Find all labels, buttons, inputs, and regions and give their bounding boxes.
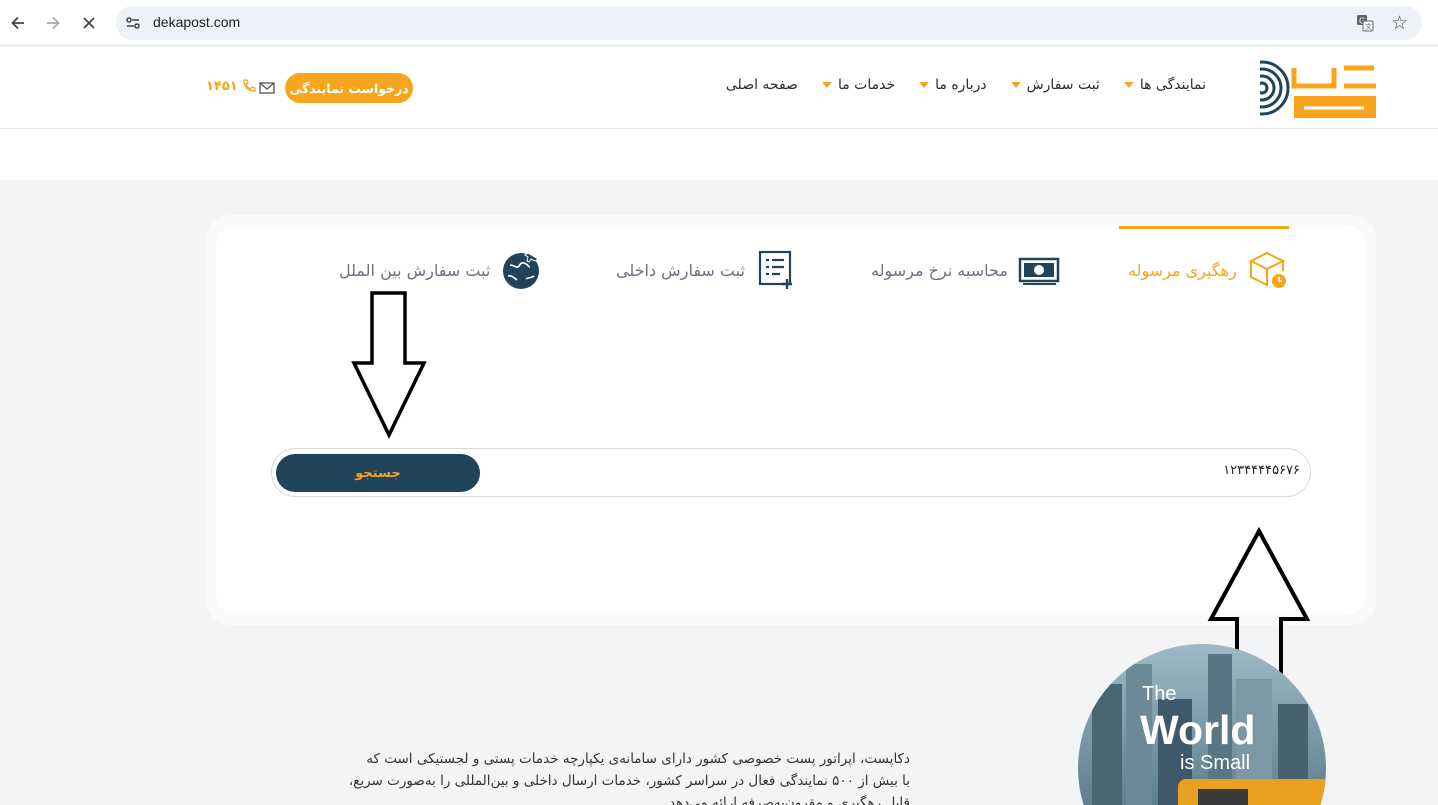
menu-item-order[interactable]: ثبت سفارش xyxy=(1010,77,1100,93)
tab-domestic-order[interactable]: ثبت سفارش داخلی xyxy=(616,248,797,292)
about-text: دکاپست، اپراتور پست خصوصی کشور دارای سام… xyxy=(348,748,910,805)
menu-label: صفحه اصلی xyxy=(725,77,798,93)
main-menu: صفحه اصلی خدمات ما درباره ما ثبت سفارش ن… xyxy=(726,77,1206,93)
menu-item-agencies[interactable]: نمایندگی ها xyxy=(1123,77,1206,93)
promo-text-line: is Small xyxy=(1180,752,1251,774)
money-icon xyxy=(1018,257,1060,285)
menu-label: درباره ما xyxy=(935,77,987,93)
tab-label: ثبت سفارش داخلی xyxy=(616,260,745,280)
caret-down-icon xyxy=(919,82,930,88)
browser-toolbar: dekapost.com G 文 ☆ xyxy=(0,0,1438,46)
svg-text:文: 文 xyxy=(1365,22,1372,31)
promo-text-line: World xyxy=(1140,707,1256,753)
tracking-code-value: ۱۲۳۴۴۴۴۵۶۷۶ xyxy=(1223,463,1300,478)
forward-icon[interactable] xyxy=(40,10,66,36)
phone-link[interactable]: ۱۴۵۱ xyxy=(206,78,257,94)
dekapost-logo[interactable] xyxy=(1234,54,1380,122)
about-line: دکاپست، اپراتور پست خصوصی کشور دارای سام… xyxy=(366,751,910,767)
menu-item-home[interactable]: صفحه اصلی xyxy=(726,77,798,93)
parcel-clock-icon xyxy=(1248,251,1286,288)
globe-plane-icon xyxy=(503,252,540,289)
about-line: با بیش از ۵۰۰ نمایندگی فعال در سراسر کشو… xyxy=(348,773,910,789)
tracking-search-input[interactable]: ۱۲۳۴۴۴۴۵۶۷۶ جستجو xyxy=(271,448,1311,497)
menu-label: خدمات ما xyxy=(837,77,896,93)
caret-down-icon xyxy=(1010,82,1021,88)
translate-icon[interactable]: G 文 xyxy=(1356,14,1374,32)
menu-item-about[interactable]: درباره ما xyxy=(919,77,987,93)
search-button[interactable]: جستجو xyxy=(276,454,480,492)
tab-international-order[interactable]: ثبت سفارش بین الملل xyxy=(339,248,542,292)
menu-item-services[interactable]: خدمات ما xyxy=(821,77,896,93)
tab-label: ثبت سفارش بین الملل xyxy=(339,260,491,280)
agency-request-button[interactable]: درخواست نمایندگی xyxy=(285,73,413,103)
active-tab-indicator xyxy=(1119,226,1289,229)
menu-label: نمایندگی ها xyxy=(1139,77,1206,93)
address-bar[interactable]: dekapost.com G 文 ☆ xyxy=(116,6,1422,40)
menu-label: ثبت سفارش xyxy=(1026,77,1100,93)
phone-number: ۱۴۵۱ xyxy=(206,78,238,94)
tab-label: محاسبه نرخ مرسوله xyxy=(871,260,1008,280)
header-spacer xyxy=(0,129,1438,180)
tab-rate-calc[interactable]: محاسبه نرخ مرسوله xyxy=(871,248,1060,292)
star-icon[interactable]: ☆ xyxy=(1391,12,1408,34)
tab-tracking[interactable]: رهگیری مرسوله xyxy=(1128,248,1289,292)
caret-down-icon xyxy=(1123,82,1134,88)
promo-text-line: The xyxy=(1142,683,1177,705)
url-text[interactable]: dekapost.com xyxy=(153,14,240,30)
stop-icon[interactable] xyxy=(76,10,102,36)
down-arrow-annotation xyxy=(351,291,427,440)
tab-label: رهگیری مرسوله xyxy=(1128,260,1237,280)
caret-down-icon xyxy=(821,82,832,88)
site-header: صفحه اصلی خدمات ما درباره ما ثبت سفارش ن… xyxy=(0,47,1438,129)
back-icon[interactable] xyxy=(5,10,31,36)
mail-icon[interactable] xyxy=(258,78,276,96)
site-info-icon[interactable] xyxy=(124,14,142,32)
about-line: قابل رهگیری و مقرون‌به‌صرفه ارائه می‌دهد… xyxy=(664,795,910,805)
list-add-icon xyxy=(758,250,792,289)
phone-icon xyxy=(243,79,256,92)
